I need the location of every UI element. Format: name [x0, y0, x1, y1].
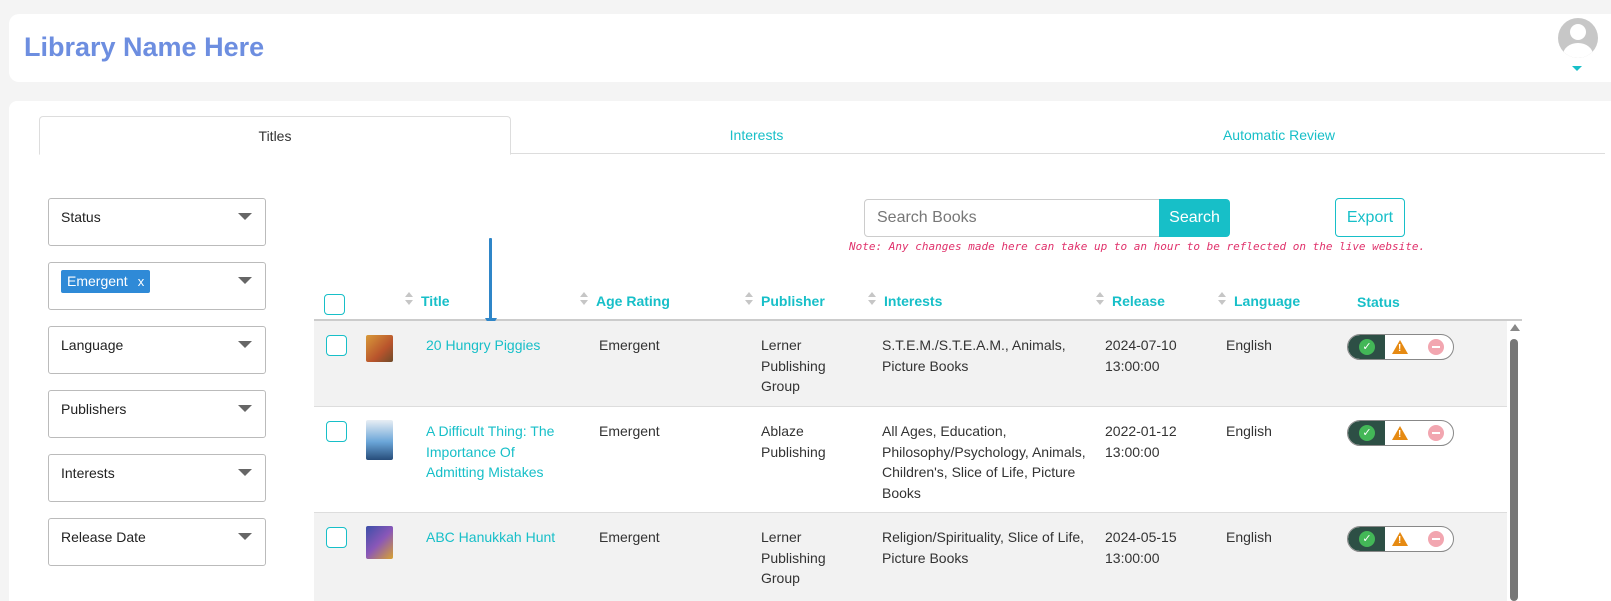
book-cover-image [366, 335, 393, 362]
language-filter-label: Language [61, 337, 124, 353]
table-scrollbar[interactable] [1508, 321, 1522, 601]
reject-button[interactable] [1428, 531, 1444, 547]
table-row: 20 Hungry Piggies Emergent Lerner Publis… [314, 321, 1507, 407]
table-header: Title Age Rating Publisher Interests Rel… [314, 286, 1522, 321]
row-checkbox[interactable] [326, 527, 347, 548]
approve-button[interactable]: ✓ [1348, 335, 1385, 359]
interests-filter[interactable]: Interests [48, 454, 266, 502]
chevron-down-icon[interactable] [238, 405, 252, 412]
language-cell: English [1226, 423, 1272, 439]
language-cell: English [1226, 529, 1272, 545]
publisher-cell: Lerner Publishing Group [761, 337, 826, 394]
tab-automatic-review[interactable]: Automatic Review [1039, 116, 1519, 154]
warning-button[interactable]: ! [1392, 426, 1408, 440]
publishers-filter-label: Publishers [61, 401, 127, 417]
column-header-age-rating[interactable]: Age Rating [596, 293, 670, 309]
warning-button[interactable]: ! [1392, 532, 1408, 546]
sort-icon[interactable] [580, 292, 588, 306]
language-cell: English [1226, 337, 1272, 353]
scroll-up-arrow-icon[interactable] [1510, 324, 1520, 331]
check-icon: ✓ [1359, 531, 1375, 547]
tab-interests[interactable]: Interests [529, 116, 984, 154]
book-title-link[interactable]: 20 Hungry Piggies [426, 335, 576, 356]
release-cell: 2024-07-10 13:00:00 [1105, 337, 1177, 374]
language-filter[interactable]: Language [48, 326, 266, 374]
release-cell: 2024-05-15 13:00:00 [1105, 529, 1177, 566]
age-rating-cell: Emergent [599, 337, 660, 353]
column-header-release[interactable]: Release [1112, 293, 1165, 309]
interests-cell: S.T.E.M./S.T.E.A.M., Animals, Picture Bo… [882, 337, 1066, 374]
sort-icon[interactable] [745, 292, 753, 306]
release-cell: 2022-01-12 13:00:00 [1105, 423, 1177, 460]
column-header-title[interactable]: Title [421, 293, 450, 309]
chevron-down-icon[interactable] [238, 533, 252, 540]
column-header-publisher[interactable]: Publisher [761, 293, 825, 309]
age-rating-cell: Emergent [599, 423, 660, 439]
column-header-status: Status [1357, 294, 1400, 310]
approve-button[interactable]: ✓ [1348, 421, 1385, 445]
sort-icon[interactable] [1096, 292, 1104, 306]
column-header-language[interactable]: Language [1234, 293, 1300, 309]
sort-icon[interactable] [868, 292, 876, 306]
user-avatar-icon[interactable] [1558, 18, 1598, 58]
table-row: ABC Hanukkah Hunt Emergent Lerner Publis… [314, 513, 1507, 601]
table-row: A Difficult Thing: The Importance Of Adm… [314, 407, 1507, 513]
check-icon: ✓ [1359, 425, 1375, 441]
status-filter[interactable]: Status [48, 198, 266, 246]
annotation-arrow [489, 238, 492, 320]
interests-filter-label: Interests [61, 465, 115, 481]
chevron-down-icon[interactable] [238, 341, 252, 348]
publisher-cell: Lerner Publishing Group [761, 529, 826, 586]
emergent-chip: Emergent x [61, 270, 151, 293]
book-cover-image [366, 420, 393, 460]
status-filter-label: Status [61, 209, 101, 225]
search-input[interactable] [864, 199, 1160, 237]
chevron-down-icon[interactable] [238, 469, 252, 476]
check-icon: ✓ [1359, 339, 1375, 355]
tab-bar: Titles Interests Automatic Review [39, 116, 1605, 155]
export-button[interactable]: Export [1335, 198, 1405, 237]
status-toggle-group: ✓ ! [1347, 526, 1454, 552]
publishers-filter[interactable]: Publishers [48, 390, 266, 438]
sort-icon[interactable] [1218, 292, 1226, 306]
book-title-link[interactable]: A Difficult Thing: The Importance Of Adm… [426, 421, 576, 483]
book-cover-image [366, 526, 393, 559]
approve-button[interactable]: ✓ [1348, 527, 1385, 551]
chip-remove-button[interactable]: x [138, 274, 145, 289]
chevron-down-icon[interactable] [238, 277, 252, 284]
chevron-down-icon[interactable] [238, 213, 252, 220]
status-toggle-group: ✓ ! [1347, 334, 1454, 360]
column-header-interests[interactable]: Interests [884, 293, 942, 309]
main-panel: Titles Interests Automatic Review Status… [9, 101, 1611, 601]
row-checkbox[interactable] [326, 335, 347, 356]
book-title-link[interactable]: ABC Hanukkah Hunt [426, 527, 576, 548]
select-all-checkbox[interactable] [324, 294, 345, 315]
release-date-filter-label: Release Date [61, 529, 146, 545]
row-checkbox[interactable] [326, 421, 347, 442]
status-toggle-group: ✓ ! [1347, 420, 1454, 446]
search-button[interactable]: Search [1159, 199, 1230, 237]
sort-icon[interactable] [405, 292, 413, 306]
age-rating-filter[interactable]: Emergent x [48, 262, 266, 310]
interests-cell: All Ages, Education, Philosophy/Psycholo… [882, 423, 1086, 501]
scrollbar-thumb[interactable] [1510, 339, 1518, 601]
release-date-filter[interactable]: Release Date [48, 518, 266, 566]
update-note: Note: Any changes made here can take up … [849, 240, 1426, 253]
publisher-cell: Ablaze Publishing [761, 423, 826, 460]
chip-label: Emergent [67, 273, 128, 289]
reject-button[interactable] [1428, 425, 1444, 441]
tab-titles[interactable]: Titles [39, 116, 511, 155]
warning-button[interactable]: ! [1392, 340, 1408, 354]
reject-button[interactable] [1428, 339, 1444, 355]
header-bar: Library Name Here [9, 14, 1611, 82]
library-name: Library Name Here [24, 32, 265, 62]
age-rating-cell: Emergent [599, 529, 660, 545]
user-menu-caret-icon[interactable] [1572, 66, 1582, 71]
interests-cell: Religion/Spirituality, Slice of Life, Pi… [882, 529, 1085, 566]
